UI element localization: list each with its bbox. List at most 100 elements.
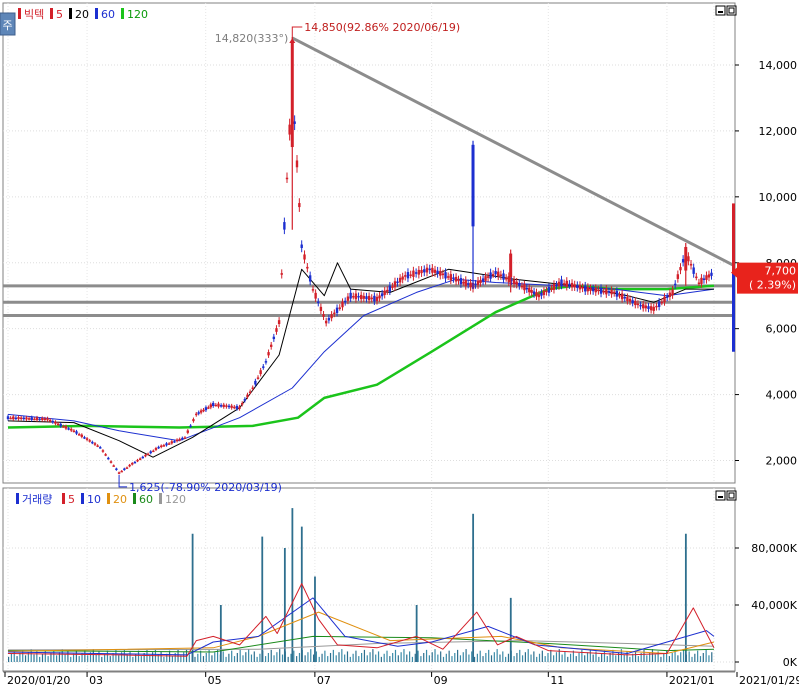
volume-bar xyxy=(214,652,216,662)
candle-body xyxy=(692,267,695,274)
candle-body xyxy=(219,405,223,407)
candle-body xyxy=(702,278,706,281)
volume-bar xyxy=(440,651,442,662)
volume-bar xyxy=(555,652,558,662)
minimize-volume-pane-button[interactable] xyxy=(715,490,726,501)
candle-body xyxy=(365,296,368,300)
volume-bar xyxy=(22,649,24,662)
candle-body xyxy=(335,307,339,314)
maximize-pane-button[interactable] xyxy=(726,5,737,16)
volume-bar xyxy=(660,656,662,662)
candle-body xyxy=(644,305,648,309)
volume-spike-bar xyxy=(415,605,418,662)
volume-bar xyxy=(188,654,190,662)
candle-body xyxy=(96,445,99,447)
volume-bar xyxy=(682,649,685,662)
candle-body xyxy=(300,244,303,249)
volume-bar xyxy=(437,654,439,662)
candle-body xyxy=(620,293,624,300)
volume-spike-bar xyxy=(191,533,194,662)
candle-body xyxy=(484,276,487,281)
volume-bar xyxy=(538,653,541,662)
candle-body xyxy=(494,271,497,275)
volume-spike-bar xyxy=(684,533,687,662)
candle-body xyxy=(414,272,418,274)
x-tick-label: 03 xyxy=(89,674,103,687)
high-annotation-label: 14,850(92.86% 2020/06/19) xyxy=(304,21,460,34)
volume-bar xyxy=(259,653,261,662)
candle-body xyxy=(314,292,317,299)
candle-body xyxy=(486,276,490,278)
volume-bar xyxy=(171,656,173,662)
candle-body xyxy=(697,282,701,285)
candle-body xyxy=(528,287,531,293)
volume-bar xyxy=(527,649,529,662)
volume-bar xyxy=(160,651,162,662)
volume-bar xyxy=(245,652,247,662)
candle-body xyxy=(115,468,118,470)
volume-bar xyxy=(358,656,360,662)
volume-legend-label: 10 xyxy=(87,493,101,506)
maximize-volume-pane-button[interactable] xyxy=(726,490,737,501)
volume-legend-label: 60 xyxy=(139,493,153,506)
volume-bar xyxy=(242,655,244,662)
candle-body xyxy=(523,284,526,291)
volume-bar xyxy=(476,653,478,662)
candle-body xyxy=(499,274,503,277)
volume-bar xyxy=(578,652,580,662)
candle-body xyxy=(623,296,626,299)
volume-bar xyxy=(680,652,682,662)
volume-bar xyxy=(617,652,620,662)
candle-body xyxy=(391,286,394,288)
x-tick-label: 11 xyxy=(550,674,564,687)
candle-body xyxy=(452,277,455,280)
candle-body xyxy=(431,267,434,273)
candle-body xyxy=(120,470,123,473)
candle-body xyxy=(396,281,399,283)
minimize-pane-button[interactable] xyxy=(715,5,726,16)
candle-body xyxy=(327,317,331,321)
candle-body xyxy=(317,301,320,304)
candle-body xyxy=(157,446,160,449)
candle-body xyxy=(700,277,703,284)
candle-body xyxy=(160,445,163,448)
candle-body xyxy=(91,441,94,444)
candle-body xyxy=(354,293,358,300)
volume-bar xyxy=(485,652,487,662)
volume-bar xyxy=(250,654,253,662)
candle-body xyxy=(152,450,155,453)
volume-bar xyxy=(589,649,591,662)
volume-bar xyxy=(290,653,292,662)
candle-body xyxy=(491,274,495,276)
candle-body xyxy=(138,458,142,460)
volume-bar xyxy=(468,654,470,662)
volume-bar xyxy=(606,656,608,662)
volume-bar xyxy=(149,655,151,662)
spike-candle-body xyxy=(290,40,294,148)
spike-candle-body xyxy=(471,144,475,227)
candle-body xyxy=(128,464,131,467)
candle-body xyxy=(520,285,524,288)
candle-body xyxy=(277,320,281,324)
volume-bar xyxy=(634,650,637,662)
volume-bar xyxy=(448,650,450,662)
volume-bar xyxy=(267,652,270,662)
candle-body xyxy=(367,295,371,301)
volume-bar xyxy=(431,652,433,662)
candle-body xyxy=(214,404,218,407)
volume-bar xyxy=(420,656,422,662)
candle-body xyxy=(241,403,244,405)
candle-body xyxy=(17,417,20,420)
volume-bar xyxy=(377,651,380,662)
candle-body xyxy=(462,282,465,284)
candle-body xyxy=(212,402,215,406)
volume-legend-swatch xyxy=(107,493,110,504)
candle-body xyxy=(181,437,184,440)
candle-body xyxy=(14,417,18,420)
volume-legend-label: 120 xyxy=(165,493,186,506)
volume-bar xyxy=(434,649,436,662)
candle-body xyxy=(545,290,548,293)
volume-bar xyxy=(482,656,484,662)
volume-bar xyxy=(287,656,289,662)
volume-bar xyxy=(688,651,690,662)
